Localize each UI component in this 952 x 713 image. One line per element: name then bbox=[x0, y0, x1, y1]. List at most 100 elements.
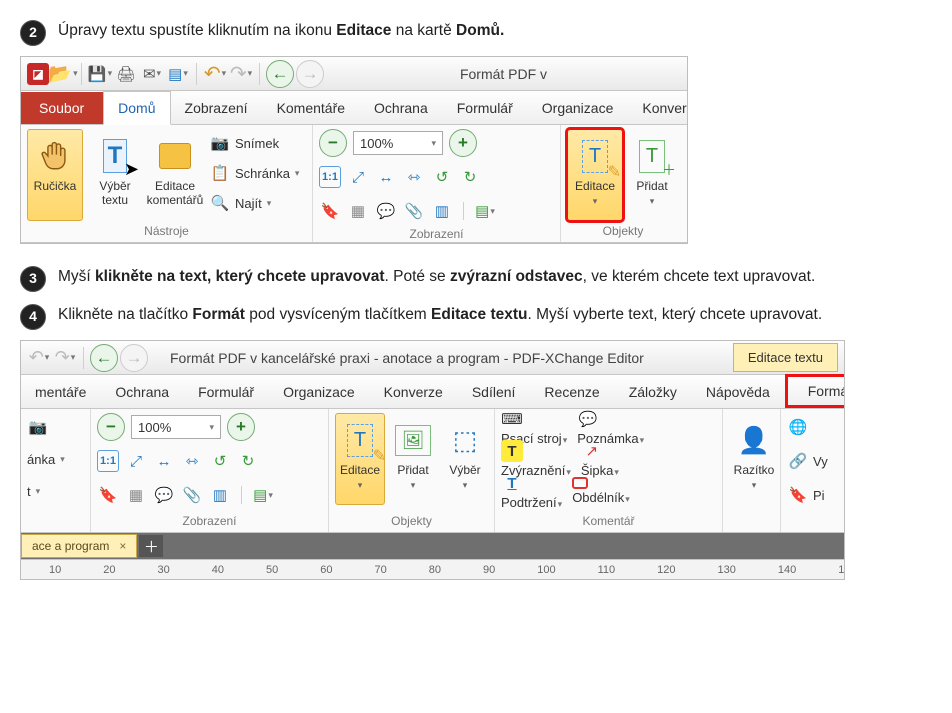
step-3-badge: 3 bbox=[20, 266, 46, 292]
window-title: Formát PDF v kancelářské praxi - anotace… bbox=[150, 350, 731, 366]
fit-visible-2[interactable]: ⇿ bbox=[181, 450, 203, 472]
nav-back-icon[interactable]: ← bbox=[266, 60, 294, 88]
tab-review[interactable]: Recenze bbox=[530, 376, 614, 408]
close-tab-icon[interactable]: × bbox=[119, 539, 126, 553]
fields-pane-2[interactable]: ▥ bbox=[209, 484, 231, 506]
redo2-icon[interactable]: ↷▾ bbox=[53, 346, 77, 370]
zoom-combo-2[interactable]: 100%▾ bbox=[131, 415, 221, 439]
fields-pane-icon[interactable]: ▥ bbox=[431, 200, 453, 222]
fit-width-icon[interactable]: ↔ bbox=[375, 166, 397, 188]
tab-file[interactable]: Soubor bbox=[21, 92, 103, 124]
tab-organize-2[interactable]: Organizace bbox=[269, 376, 370, 408]
comment-pane-2[interactable]: 💬 bbox=[153, 484, 175, 506]
tab-help[interactable]: Nápověda bbox=[692, 376, 785, 408]
tab-bookmarks[interactable]: Záložky bbox=[615, 376, 692, 408]
fit-visible-icon[interactable]: ⇿ bbox=[403, 166, 425, 188]
undo2-icon[interactable]: ↶▾ bbox=[27, 346, 51, 370]
bookmark-pane-2[interactable]: 🔖 bbox=[97, 484, 119, 506]
window-title-partial: Formát PDF v bbox=[326, 66, 681, 82]
pages-pane-2[interactable]: ▦ bbox=[125, 484, 147, 506]
zoom-out-button[interactable]: − bbox=[319, 129, 347, 157]
hand-tool-button[interactable]: Ručička bbox=[27, 129, 83, 221]
zoom-combo[interactable]: 100%▾ bbox=[353, 131, 443, 155]
select-text-button[interactable]: T ➤ Výběr textu bbox=[87, 129, 143, 221]
fit-page-2[interactable]: ⤢ bbox=[125, 450, 147, 472]
tab-form[interactable]: Formulář bbox=[443, 92, 528, 124]
attachments-2[interactable]: 📎 bbox=[181, 484, 203, 506]
ribbon-1: Ručička T ➤ Výběr textu Editace komentář… bbox=[21, 125, 687, 243]
nav-fwd-icon[interactable]: → bbox=[296, 60, 324, 88]
rect-icon bbox=[572, 477, 588, 489]
nav-back2-icon[interactable]: ← bbox=[90, 344, 118, 372]
mail-icon[interactable]: ✉▾ bbox=[140, 62, 164, 86]
add-object-button-2[interactable]: 🖼 Přidat ▾ bbox=[389, 413, 437, 505]
rectangle-button[interactable]: Obdélník▾ bbox=[572, 477, 630, 505]
add-bookmark-icon[interactable]: 🔖 bbox=[787, 484, 809, 506]
rotate-cw-2[interactable]: ↻ bbox=[237, 450, 259, 472]
camera2-icon[interactable]: 📷 bbox=[27, 416, 49, 438]
arrow-button[interactable]: ↗Šipka▾ bbox=[581, 440, 619, 478]
tab-view[interactable]: Zobrazení bbox=[171, 92, 263, 124]
edit-content-button-2[interactable]: T ✎ Editace ▾ bbox=[335, 413, 385, 505]
attachments-icon[interactable]: 📎 bbox=[403, 200, 425, 222]
globe-icon[interactable]: 🌐 bbox=[787, 416, 809, 438]
binoculars-icon: 🔍 bbox=[209, 192, 231, 214]
clipboard-button[interactable]: 📋 Schránka▾ bbox=[209, 159, 299, 187]
zoom-in-button[interactable]: + bbox=[449, 129, 477, 157]
actual-size-icon[interactable]: 1:1 bbox=[319, 166, 341, 188]
find-button[interactable]: 🔍 Najít▾ bbox=[209, 189, 299, 217]
link-icon[interactable]: 🔗 bbox=[787, 450, 809, 472]
edit-content-button[interactable]: T ✎ Editace ▾ bbox=[567, 129, 623, 221]
open-icon[interactable]: 📂▾ bbox=[51, 62, 75, 86]
more-panes-2[interactable]: ▤▾ bbox=[252, 484, 274, 506]
note-icon: 💬 bbox=[577, 408, 599, 430]
tab-convert[interactable]: Konverze bbox=[628, 92, 688, 124]
add-object-button[interactable]: T ＋ Přidat ▾ bbox=[627, 129, 677, 221]
snapshot-button[interactable]: 📷 Snímek bbox=[209, 129, 299, 157]
tab-home[interactable]: Domů bbox=[103, 91, 170, 125]
tab-format[interactable]: Formát bbox=[785, 374, 845, 408]
tab-protect-2[interactable]: Ochrana bbox=[101, 376, 184, 408]
tab-comments[interactable]: Komentáře bbox=[263, 92, 360, 124]
step-2-badge: 2 bbox=[20, 20, 46, 46]
tab-share[interactable]: Sdílení bbox=[458, 376, 531, 408]
stamp-button[interactable]: 👤 Razítko ▾ bbox=[729, 413, 779, 505]
underline-button[interactable]: TPodtržení▾ bbox=[501, 472, 562, 510]
rotate-ccw-icon[interactable]: ↺ bbox=[431, 166, 453, 188]
zoom-out-2[interactable]: − bbox=[97, 413, 125, 441]
fit-width-2[interactable]: ↔ bbox=[153, 450, 175, 472]
tab-organize[interactable]: Organizace bbox=[528, 92, 629, 124]
more-panes-icon[interactable]: ▤▾ bbox=[474, 200, 496, 222]
save-icon[interactable]: 💾▾ bbox=[88, 62, 112, 86]
arrow-icon: ↗ bbox=[581, 440, 603, 462]
tab-edit-text-context[interactable]: Editace textu bbox=[733, 343, 838, 372]
print-icon[interactable]: 🖨 bbox=[114, 62, 138, 86]
fit-page-icon[interactable]: ⤢ bbox=[347, 166, 369, 188]
tab-convert-2[interactable]: Konverze bbox=[370, 376, 458, 408]
rotate-cw-icon[interactable]: ↻ bbox=[459, 166, 481, 188]
tab-comments-2[interactable]: mentáře bbox=[21, 376, 101, 408]
rotate-ccw-2[interactable]: ↺ bbox=[209, 450, 231, 472]
edit-comments-button[interactable]: Editace komentářů bbox=[147, 129, 203, 221]
scan-icon[interactable]: ▤▾ bbox=[166, 62, 190, 86]
nav-fwd2-icon[interactable]: → bbox=[120, 344, 148, 372]
clipboard-icon: 📋 bbox=[209, 162, 231, 184]
add-tab-button[interactable]: ＋ bbox=[139, 535, 163, 557]
group-view: − 100%▾ + 1:1 ⤢ ↔ ⇿ ↺ ↻ 🔖 ▦ 💬 📎 bbox=[313, 125, 561, 242]
step-3: 3 Myší klikněte na text, který chcete up… bbox=[20, 264, 932, 292]
tab-form-2[interactable]: Formulář bbox=[184, 376, 269, 408]
bookmark-pane-icon[interactable]: 🔖 bbox=[319, 200, 341, 222]
undo-icon[interactable]: ↶▾ bbox=[203, 62, 227, 86]
group-left-cut: 📷 ánka▾ t▾ bbox=[21, 409, 91, 532]
underline-icon: T bbox=[501, 472, 523, 494]
pages-pane-icon[interactable]: ▦ bbox=[347, 200, 369, 222]
comment-pane-icon[interactable]: 💬 bbox=[375, 200, 397, 222]
quick-access-toolbar: ◪ 📂▾ 💾▾ 🖨 ✉▾ ▤▾ ↶▾ ↷▾ ← → Formát PDF v bbox=[21, 57, 687, 91]
zoom-in-2[interactable]: + bbox=[227, 413, 255, 441]
redo-icon[interactable]: ↷▾ bbox=[229, 62, 253, 86]
tab-protect[interactable]: Ochrana bbox=[360, 92, 443, 124]
select-object-button[interactable]: ⬚ Výběr ▾ bbox=[441, 413, 489, 505]
hand-icon bbox=[38, 139, 72, 173]
actual-size-2[interactable]: 1:1 bbox=[97, 450, 119, 472]
document-tab[interactable]: ace a program × bbox=[21, 534, 137, 558]
